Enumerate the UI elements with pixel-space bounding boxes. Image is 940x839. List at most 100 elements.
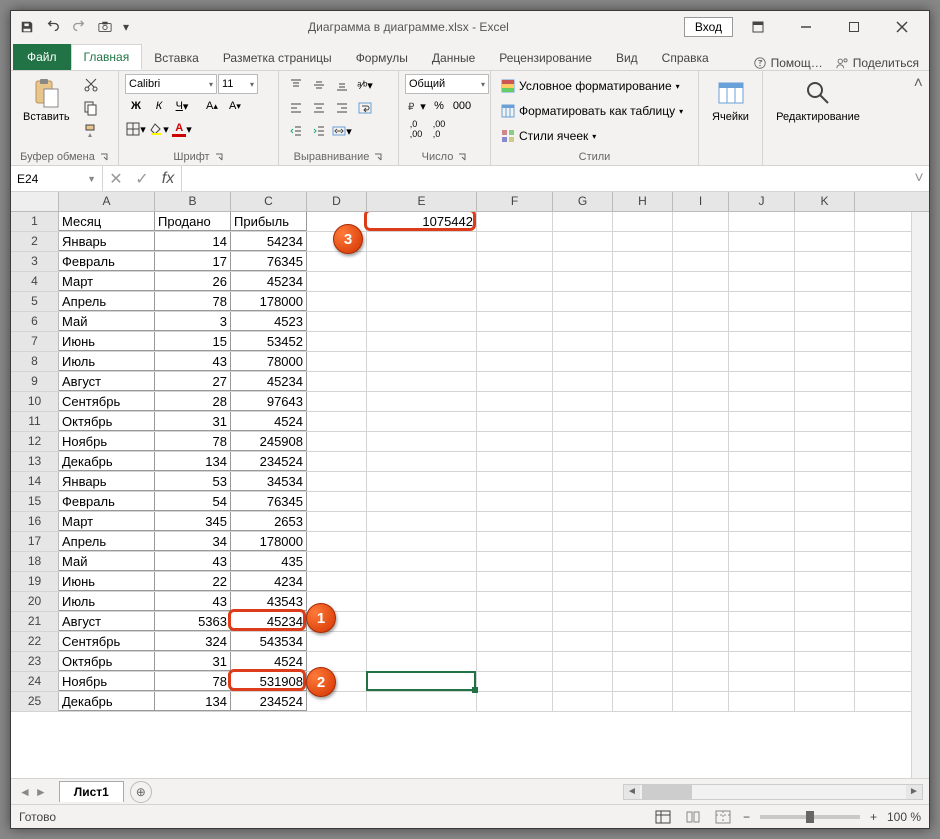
cell[interactable] <box>307 292 367 311</box>
row-header[interactable]: 23 <box>11 652 59 671</box>
merge-center-icon[interactable]: ▾ <box>331 120 353 142</box>
maximize-icon[interactable] <box>831 12 877 42</box>
cell[interactable] <box>553 332 613 351</box>
align-right-icon[interactable] <box>331 97 353 119</box>
cell[interactable]: 78 <box>155 292 231 311</box>
col-header-J[interactable]: J <box>729 192 795 211</box>
align-left-icon[interactable] <box>285 97 307 119</box>
alignment-dialog-launcher-icon[interactable] <box>373 152 383 162</box>
font-size-combo[interactable]: 11▾ <box>218 74 258 94</box>
cell[interactable] <box>553 392 613 411</box>
cell[interactable] <box>673 552 729 571</box>
cell[interactable] <box>613 272 673 291</box>
cell[interactable] <box>729 492 795 511</box>
cell[interactable] <box>795 272 855 291</box>
cell[interactable] <box>367 332 477 351</box>
cell[interactable]: 76345 <box>231 492 307 511</box>
undo-icon[interactable] <box>41 15 65 39</box>
cell[interactable] <box>367 572 477 591</box>
horizontal-scrollbar[interactable]: ◄ ► <box>623 784 923 800</box>
cell[interactable] <box>477 412 553 431</box>
save-icon[interactable] <box>15 15 39 39</box>
row-header[interactable]: 20 <box>11 592 59 611</box>
row-header[interactable]: 21 <box>11 612 59 631</box>
cell[interactable] <box>477 632 553 651</box>
cell[interactable] <box>673 492 729 511</box>
select-all-button[interactable] <box>11 192 59 211</box>
cell[interactable] <box>307 532 367 551</box>
cell[interactable] <box>729 292 795 311</box>
cell[interactable] <box>613 632 673 651</box>
cell[interactable] <box>795 312 855 331</box>
cell[interactable] <box>553 672 613 691</box>
cell[interactable]: 43543 <box>231 592 307 611</box>
cell[interactable] <box>613 652 673 671</box>
cell[interactable] <box>553 472 613 491</box>
row-header[interactable]: 3 <box>11 252 59 271</box>
cell[interactable]: Январь <box>59 232 155 251</box>
cell[interactable] <box>307 252 367 271</box>
cell[interactable] <box>673 452 729 471</box>
cell[interactable] <box>613 532 673 551</box>
cell[interactable]: 543534 <box>231 632 307 651</box>
cell[interactable] <box>613 612 673 631</box>
format-painter-icon[interactable] <box>80 120 102 142</box>
col-header-H[interactable]: H <box>613 192 673 211</box>
cell[interactable] <box>307 392 367 411</box>
cell[interactable] <box>613 572 673 591</box>
cell[interactable] <box>729 652 795 671</box>
cell[interactable] <box>673 432 729 451</box>
cell[interactable] <box>673 692 729 711</box>
cell[interactable] <box>477 212 553 231</box>
cell[interactable] <box>673 212 729 231</box>
cell[interactable] <box>477 272 553 291</box>
tab-formulas[interactable]: Формулы <box>344 46 420 70</box>
cell[interactable]: Май <box>59 552 155 571</box>
cell[interactable] <box>613 552 673 571</box>
cell[interactable]: Февраль <box>59 252 155 271</box>
cell[interactable] <box>367 272 477 291</box>
cut-icon[interactable] <box>80 74 102 96</box>
cell[interactable] <box>795 352 855 371</box>
cell[interactable] <box>307 512 367 531</box>
cell[interactable]: Октябрь <box>59 652 155 671</box>
cell[interactable] <box>553 532 613 551</box>
cell[interactable] <box>367 512 477 531</box>
zoom-slider[interactable] <box>760 815 860 819</box>
cell[interactable] <box>729 472 795 491</box>
cell[interactable]: Сентябрь <box>59 392 155 411</box>
cells-button[interactable]: Ячейки <box>706 74 755 126</box>
cell[interactable]: 27 <box>155 372 231 391</box>
cell[interactable]: Июнь <box>59 332 155 351</box>
cell[interactable] <box>477 512 553 531</box>
cell[interactable] <box>307 632 367 651</box>
cell[interactable] <box>553 212 613 231</box>
share-button[interactable]: Поделиться <box>835 56 919 70</box>
cell[interactable] <box>795 412 855 431</box>
cell[interactable] <box>729 352 795 371</box>
fill-color-icon[interactable]: ▾ <box>148 118 170 140</box>
col-header-K[interactable]: K <box>795 192 855 211</box>
col-header-A[interactable]: A <box>59 192 155 211</box>
cell[interactable] <box>553 412 613 431</box>
cell[interactable]: Продано <box>155 212 231 231</box>
cell[interactable]: Декабрь <box>59 452 155 471</box>
cell[interactable] <box>367 252 477 271</box>
cell[interactable] <box>553 592 613 611</box>
cell[interactable] <box>673 272 729 291</box>
cell[interactable] <box>367 432 477 451</box>
cell[interactable]: 97643 <box>231 392 307 411</box>
cell[interactable] <box>673 572 729 591</box>
cell[interactable]: 22 <box>155 572 231 591</box>
collapse-ribbon-icon[interactable]: ˄ <box>914 75 923 92</box>
cell[interactable] <box>729 452 795 471</box>
cell[interactable] <box>367 412 477 431</box>
tellme-button[interactable]: Помощ… <box>753 56 823 70</box>
bold-button[interactable]: Ж <box>125 95 147 117</box>
cell[interactable] <box>477 612 553 631</box>
cell[interactable] <box>729 532 795 551</box>
cell[interactable] <box>795 552 855 571</box>
cell[interactable] <box>795 652 855 671</box>
qat-customize-icon[interactable]: ▾ <box>119 15 133 39</box>
cell[interactable] <box>729 552 795 571</box>
